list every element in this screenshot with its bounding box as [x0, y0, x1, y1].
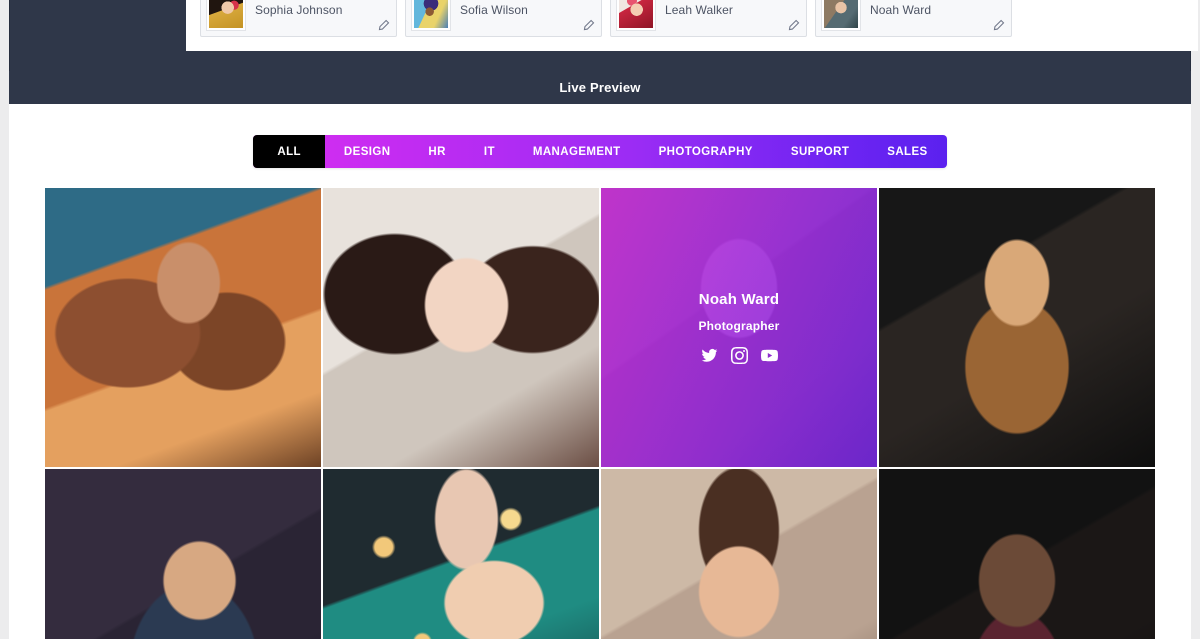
person-card[interactable]: 14 Sofia Wilson ✕: [405, 0, 602, 37]
youtube-icon[interactable]: [760, 347, 778, 364]
filter-tab-design[interactable]: DESIGN: [325, 135, 410, 168]
person-card[interactable]: 15 Leah Walker ✕: [610, 0, 807, 37]
card-close-icon[interactable]: ✕: [582, 0, 595, 3]
left-gutter: [0, 0, 9, 639]
person-cards-surface: 13 Sophia Johnson ✕ 14 Sofia Wilson ✕: [186, 0, 1198, 51]
card-edit-icon[interactable]: [787, 19, 800, 32]
card-edit-icon[interactable]: [582, 19, 595, 32]
member-photo: [879, 188, 1155, 467]
filter-tab-photography[interactable]: PHOTOGRAPHY: [640, 135, 772, 168]
card-thumbnail: [207, 0, 245, 30]
member-photo: [323, 188, 599, 467]
card-thumbnail: [617, 0, 655, 30]
team-photo-grid: Noah Ward Photographer: [45, 188, 1155, 639]
card-close-icon[interactable]: ✕: [377, 0, 390, 3]
right-gutter: [1191, 0, 1200, 639]
card-edit-icon[interactable]: [377, 19, 390, 32]
member-social-links: [701, 347, 778, 364]
filter-tab-hr[interactable]: HR: [409, 135, 464, 168]
card-name-label: Sophia Johnson: [255, 3, 343, 17]
filter-tab-it[interactable]: IT: [465, 135, 514, 168]
team-member-tile[interactable]: [45, 469, 321, 639]
team-member-tile[interactable]: [323, 469, 599, 639]
member-photo: [879, 469, 1155, 639]
member-name: Noah Ward: [698, 291, 780, 308]
card-name-label: Noah Ward: [870, 3, 932, 17]
member-hover-overlay: Noah Ward Photographer: [601, 188, 877, 467]
filter-bar-wrapper: ALL DESIGN HR IT MANAGEMENT PHOTOGRAPHY …: [9, 135, 1191, 168]
page-root: 13 Sophia Johnson ✕ 14 Sofia Wilson ✕: [0, 0, 1200, 639]
member-role: Photographer: [698, 319, 780, 333]
filter-tab-bar: ALL DESIGN HR IT MANAGEMENT PHOTOGRAPHY …: [253, 135, 947, 168]
member-photo: [45, 469, 321, 639]
team-member-tile[interactable]: [601, 469, 877, 639]
member-photo: [323, 469, 599, 639]
card-thumbnail: [412, 0, 450, 30]
filter-tab-management[interactable]: MANAGEMENT: [514, 135, 640, 168]
card-edit-icon[interactable]: [992, 19, 1005, 32]
live-preview-header: Live Preview: [9, 71, 1191, 104]
filter-tab-all[interactable]: ALL: [253, 135, 325, 168]
live-preview-body: ALL DESIGN HR IT MANAGEMENT PHOTOGRAPHY …: [9, 104, 1191, 639]
card-thumbnail: [822, 0, 860, 30]
filter-tab-sales[interactable]: SALES: [868, 135, 946, 168]
team-member-tile-hovered[interactable]: Noah Ward Photographer: [601, 188, 877, 467]
member-photo: [45, 188, 321, 467]
card-close-icon[interactable]: ✕: [787, 0, 800, 3]
team-member-tile[interactable]: [323, 188, 599, 467]
card-name-label: Sofia Wilson: [460, 3, 528, 17]
filter-tab-support[interactable]: SUPPORT: [772, 135, 868, 168]
member-photo: [601, 469, 877, 639]
live-preview-title: Live Preview: [559, 80, 641, 95]
team-member-tile[interactable]: [879, 469, 1155, 639]
person-cards-row: 13 Sophia Johnson ✕ 14 Sofia Wilson ✕: [186, 0, 1198, 51]
card-name-label: Leah Walker: [665, 3, 734, 17]
twitter-icon[interactable]: [701, 347, 718, 364]
card-close-icon[interactable]: ✕: [992, 0, 1005, 3]
instagram-icon[interactable]: [730, 347, 748, 364]
team-member-tile[interactable]: [45, 188, 321, 467]
person-card[interactable]: 13 Sophia Johnson ✕: [200, 0, 397, 37]
team-member-tile[interactable]: [879, 188, 1155, 467]
person-card[interactable]: 16 Noah Ward ✕: [815, 0, 1012, 37]
